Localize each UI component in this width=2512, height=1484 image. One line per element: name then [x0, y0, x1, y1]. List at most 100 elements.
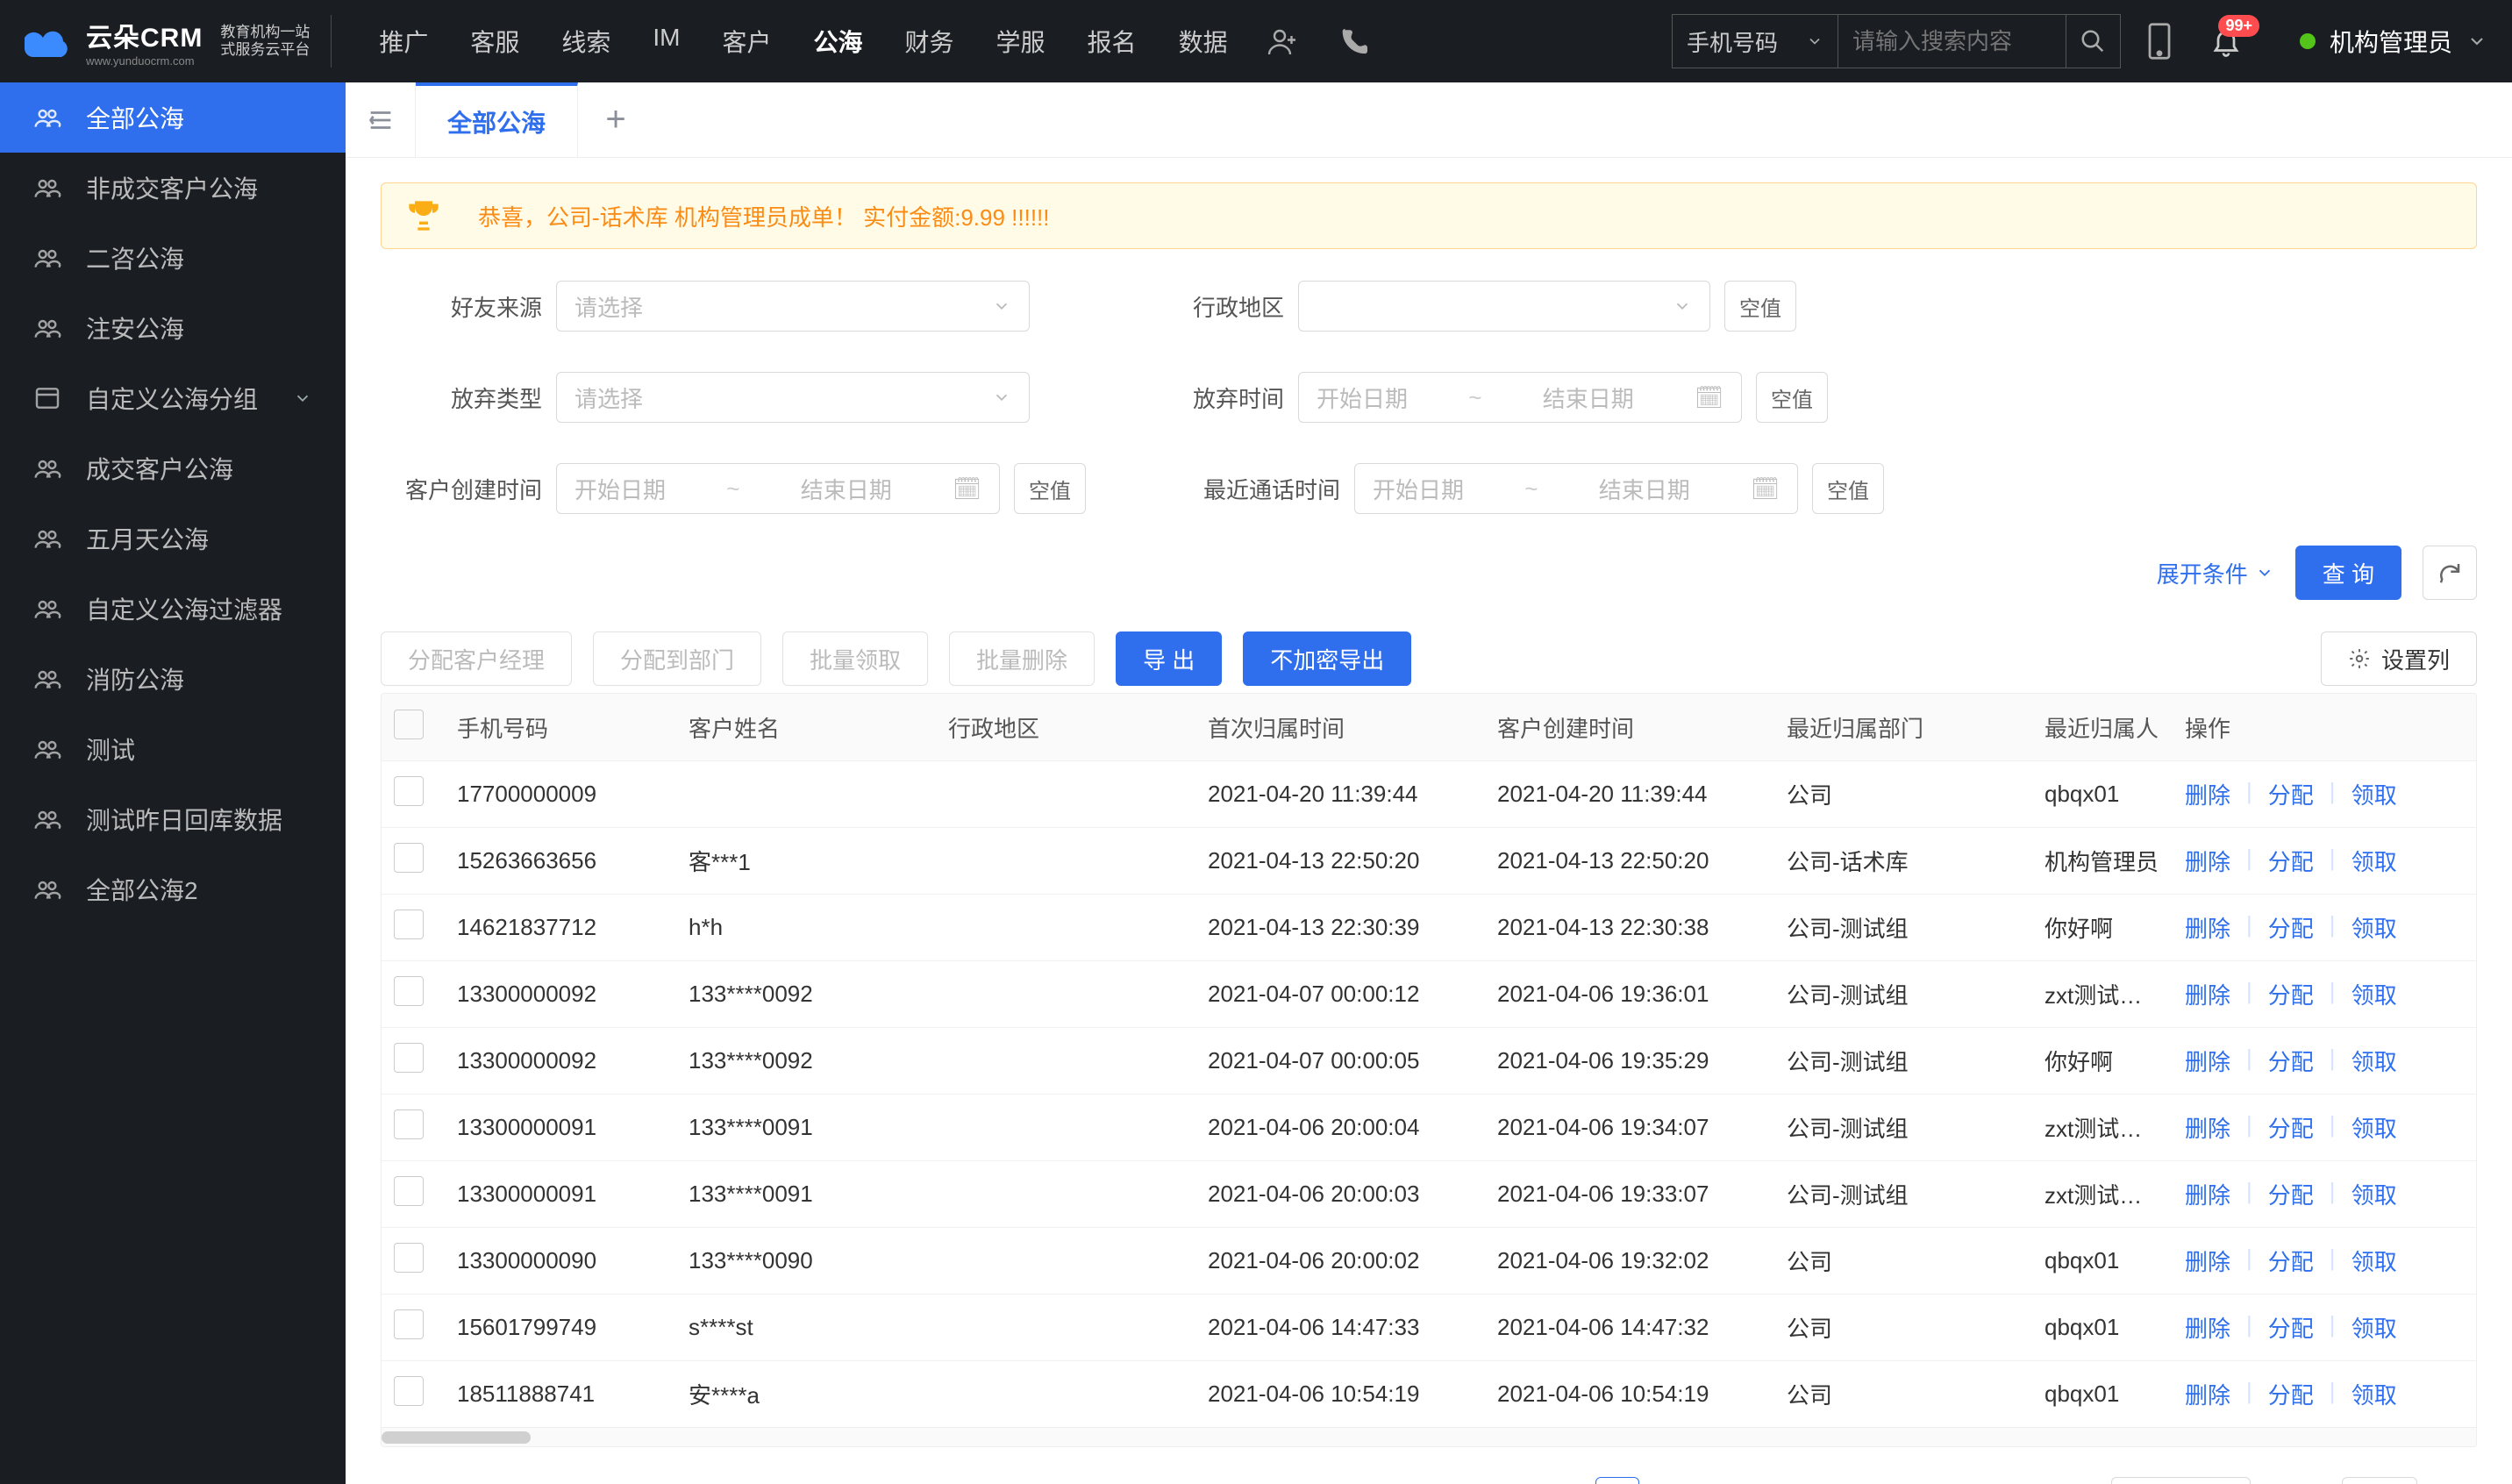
- row-claim[interactable]: 领取: [2351, 778, 2397, 810]
- row-delete[interactable]: 删除: [2185, 778, 2230, 810]
- sidebar-item-9[interactable]: 测试: [0, 714, 346, 784]
- row-assign[interactable]: 分配: [2268, 1045, 2314, 1077]
- pager-page-2[interactable]: 2: [1657, 1477, 1701, 1484]
- pager-page-1[interactable]: 1: [1595, 1477, 1639, 1484]
- sidebar-item-10[interactable]: 测试昨日回库数据: [0, 784, 346, 854]
- row-checkbox[interactable]: [394, 910, 424, 939]
- tabs-collapse-button[interactable]: [346, 82, 416, 157]
- bell-icon[interactable]: 99+: [2209, 24, 2244, 59]
- row-checkbox[interactable]: [394, 1043, 424, 1073]
- table-scrollbar[interactable]: [382, 1427, 2476, 1446]
- row-claim[interactable]: 领取: [2351, 1111, 2397, 1144]
- row-checkbox[interactable]: [394, 1109, 424, 1139]
- page-size-select[interactable]: 10 条/页: [2111, 1477, 2251, 1484]
- region-select[interactable]: [1298, 281, 1710, 332]
- sidebar-item-8[interactable]: 消防公海: [0, 644, 346, 714]
- query-button[interactable]: 查 询: [2295, 546, 2401, 600]
- row-claim[interactable]: 领取: [2351, 1245, 2397, 1277]
- nav-item-7[interactable]: 学服: [981, 15, 1061, 68]
- row-delete[interactable]: 删除: [2185, 911, 2230, 944]
- abandon-type-select[interactable]: 请选择: [556, 372, 1030, 423]
- row-delete[interactable]: 删除: [2185, 1378, 2230, 1410]
- jump-input[interactable]: [2342, 1477, 2417, 1484]
- user-menu[interactable]: 机构管理员: [2300, 24, 2487, 59]
- sidebar-item-2[interactable]: 二咨公海: [0, 223, 346, 293]
- refresh-button[interactable]: [2423, 546, 2477, 600]
- row-assign[interactable]: 分配: [2268, 1245, 2314, 1277]
- sidebar-item-11[interactable]: 全部公海2: [0, 854, 346, 924]
- last-call-range[interactable]: 开始日期~结束日期🗓: [1354, 463, 1798, 514]
- pager-prev[interactable]: [1529, 1477, 1573, 1484]
- bulk-delete-button[interactable]: 批量删除: [949, 631, 1095, 686]
- search-input[interactable]: [1838, 14, 2066, 68]
- row-checkbox[interactable]: [394, 843, 424, 873]
- nav-item-2[interactable]: 线索: [546, 15, 626, 68]
- abandon-time-null-button[interactable]: 空值: [1756, 372, 1828, 423]
- nav-item-3[interactable]: IM: [637, 15, 696, 68]
- abandon-time-range[interactable]: 开始日期~结束日期🗓: [1298, 372, 1742, 423]
- nav-item-1[interactable]: 客服: [454, 15, 535, 68]
- export-button[interactable]: 导 出: [1116, 631, 1222, 686]
- sidebar-item-1[interactable]: 非成交客户公海: [0, 153, 346, 223]
- row-delete[interactable]: 删除: [2185, 1045, 2230, 1077]
- row-claim[interactable]: 领取: [2351, 978, 2397, 1010]
- nav-item-5[interactable]: 公海: [798, 15, 879, 68]
- row-assign[interactable]: 分配: [2268, 778, 2314, 810]
- row-delete[interactable]: 删除: [2185, 1245, 2230, 1277]
- assign-manager-button[interactable]: 分配客户经理: [381, 631, 572, 686]
- row-assign[interactable]: 分配: [2268, 1378, 2314, 1410]
- add-user-icon[interactable]: [1265, 24, 1300, 59]
- row-checkbox[interactable]: [394, 1243, 424, 1273]
- expand-filters-link[interactable]: 展开条件: [2157, 557, 2274, 589]
- row-claim[interactable]: 领取: [2351, 1378, 2397, 1410]
- row-claim[interactable]: 领取: [2351, 1178, 2397, 1210]
- pager-page-3[interactable]: 3: [1718, 1477, 1762, 1484]
- nav-item-0[interactable]: 推广: [363, 15, 444, 68]
- pager-page-5[interactable]: 5: [1841, 1477, 1885, 1484]
- assign-dept-button[interactable]: 分配到部门: [593, 631, 761, 686]
- sidebar-item-7[interactable]: 自定义公海过滤器: [0, 574, 346, 644]
- region-null-button[interactable]: 空值: [1724, 281, 1796, 332]
- sidebar-item-3[interactable]: 注安公海: [0, 293, 346, 363]
- create-time-range[interactable]: 开始日期~结束日期🗓: [556, 463, 1000, 514]
- row-checkbox[interactable]: [394, 1309, 424, 1339]
- row-assign[interactable]: 分配: [2268, 911, 2314, 944]
- row-claim[interactable]: 领取: [2351, 1045, 2397, 1077]
- search-button[interactable]: [2066, 14, 2121, 68]
- row-checkbox[interactable]: [394, 776, 424, 806]
- nav-item-9[interactable]: 数据: [1163, 15, 1244, 68]
- row-claim[interactable]: 领取: [2351, 911, 2397, 944]
- nav-item-6[interactable]: 财务: [889, 15, 970, 68]
- mobile-icon[interactable]: [2142, 24, 2177, 59]
- search-type-select[interactable]: 手机号码: [1672, 14, 1838, 68]
- row-delete[interactable]: 删除: [2185, 845, 2230, 877]
- pager-page-4[interactable]: 4: [1780, 1477, 1823, 1484]
- pager-last[interactable]: 6882: [1953, 1477, 2022, 1484]
- sidebar-item-5[interactable]: 成交客户公海: [0, 433, 346, 503]
- sidebar-item-0[interactable]: 全部公海: [0, 82, 346, 153]
- row-claim[interactable]: 领取: [2351, 1311, 2397, 1344]
- row-assign[interactable]: 分配: [2268, 1311, 2314, 1344]
- nav-item-8[interactable]: 报名: [1072, 15, 1153, 68]
- sidebar-item-4[interactable]: 自定义公海分组: [0, 363, 346, 433]
- sidebar-item-6[interactable]: 五月天公海: [0, 503, 346, 574]
- row-checkbox[interactable]: [394, 976, 424, 1006]
- row-delete[interactable]: 删除: [2185, 1178, 2230, 1210]
- row-assign[interactable]: 分配: [2268, 1178, 2314, 1210]
- phone-icon[interactable]: [1335, 24, 1370, 59]
- pager-next[interactable]: [2045, 1477, 2088, 1484]
- row-checkbox[interactable]: [394, 1376, 424, 1406]
- bulk-claim-button[interactable]: 批量领取: [782, 631, 928, 686]
- row-delete[interactable]: 删除: [2185, 1111, 2230, 1144]
- export-plain-button[interactable]: 不加密导出: [1243, 631, 1411, 686]
- nav-item-4[interactable]: 客户: [706, 15, 787, 68]
- row-claim[interactable]: 领取: [2351, 845, 2397, 877]
- select-all-checkbox[interactable]: [394, 710, 424, 739]
- tab-add-button[interactable]: +: [578, 82, 653, 157]
- row-delete[interactable]: 删除: [2185, 1311, 2230, 1344]
- friend-source-select[interactable]: 请选择: [556, 281, 1030, 332]
- set-columns-button[interactable]: 设置列: [2321, 631, 2477, 686]
- row-assign[interactable]: 分配: [2268, 845, 2314, 877]
- create-time-null-button[interactable]: 空值: [1014, 463, 1086, 514]
- row-assign[interactable]: 分配: [2268, 978, 2314, 1010]
